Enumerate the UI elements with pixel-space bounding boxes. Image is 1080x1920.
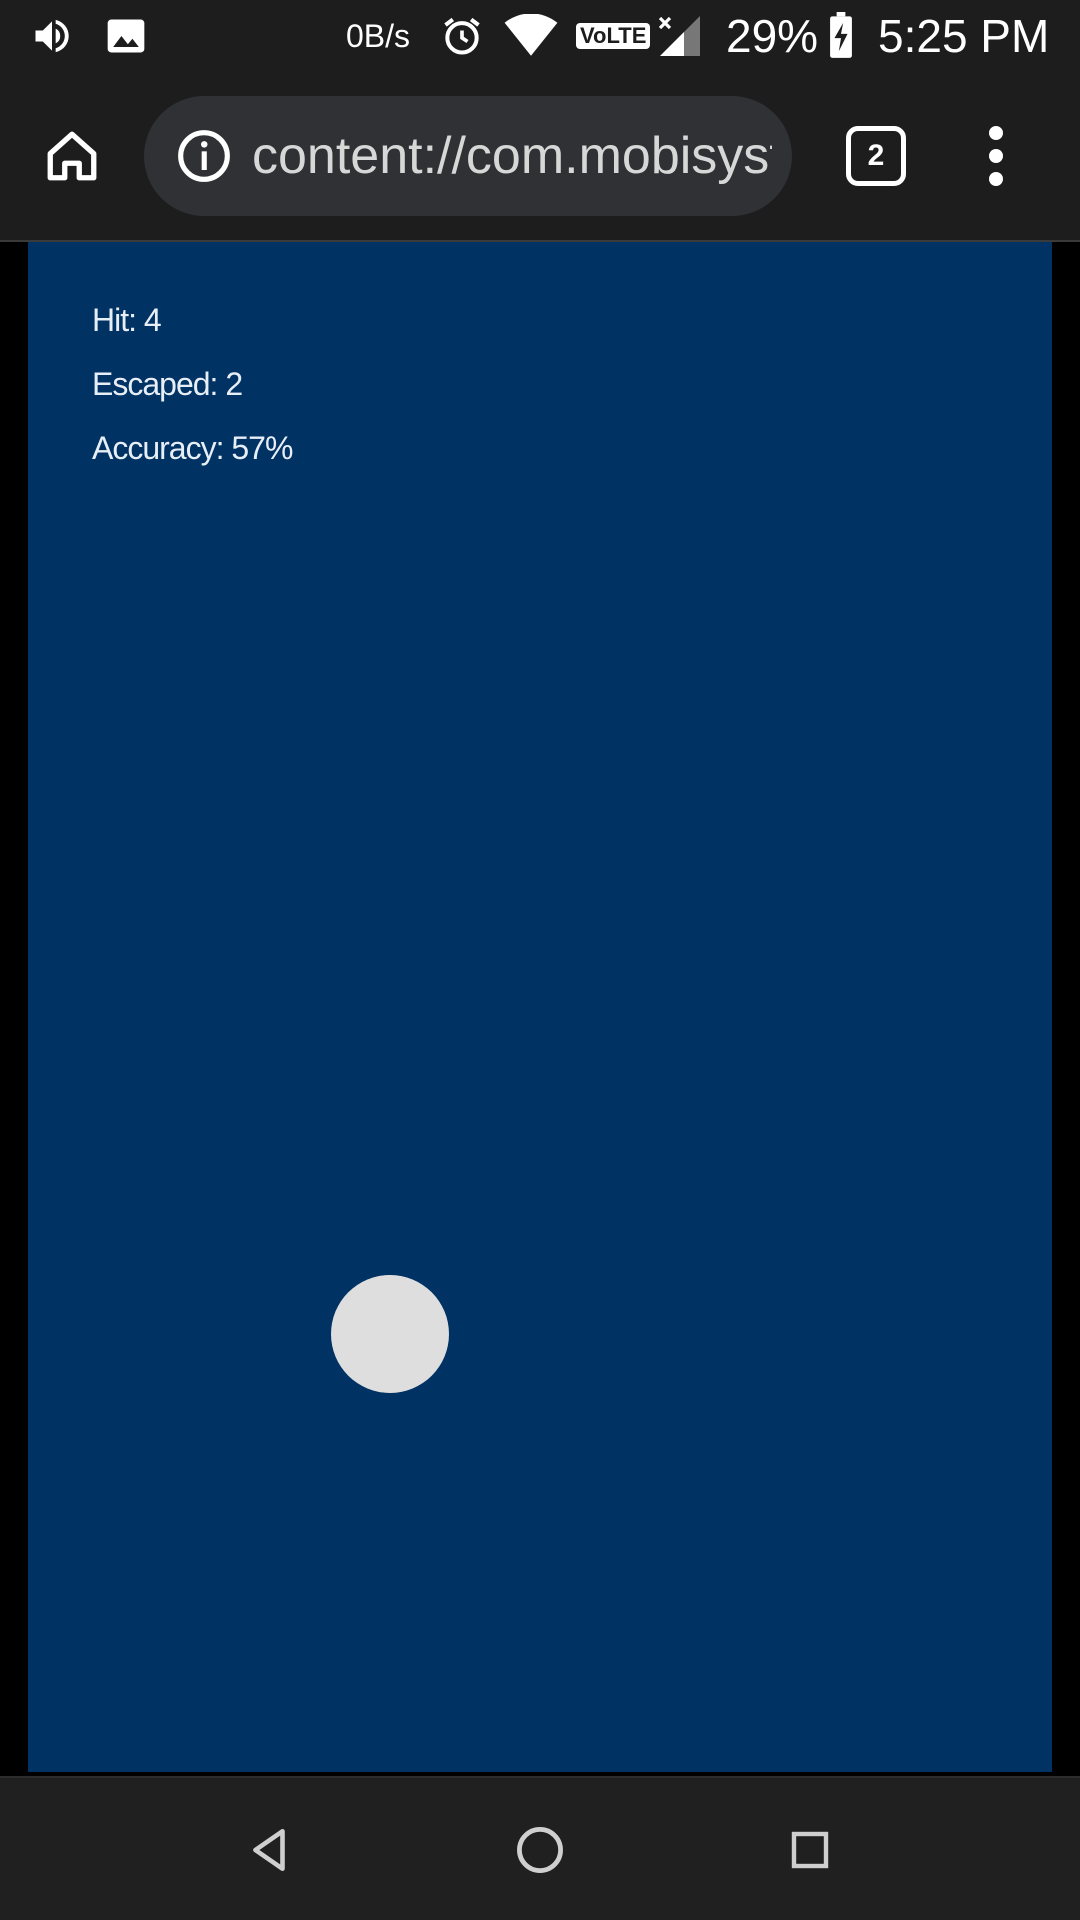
signal-icon	[656, 0, 704, 72]
battery-percent: 29%	[726, 10, 819, 62]
recents-icon	[791, 1831, 829, 1869]
volume-icon	[30, 0, 74, 72]
target-circle[interactable]	[331, 1275, 449, 1393]
menu-dot	[989, 126, 1003, 140]
net-speed: 0B/s	[346, 17, 411, 54]
menu-dot	[989, 172, 1003, 186]
page-content: Hit: 4 Escaped: 2 Accuracy: 57%	[0, 242, 1080, 1776]
escaped-counter: Escaped: 2	[92, 366, 243, 402]
home-button[interactable]	[36, 120, 108, 192]
home-nav-icon	[517, 1827, 563, 1873]
volte-badge: VoLTE	[576, 23, 651, 49]
url-bar[interactable]: content://com.mobisystems.fileman	[144, 96, 792, 216]
home-nav-button[interactable]	[504, 1814, 576, 1886]
navigation-bar	[0, 1776, 1080, 1920]
url-text[interactable]: content://com.mobisystems.fileman	[252, 96, 772, 216]
tab-switcher-button[interactable]: 2	[846, 126, 906, 186]
phone-screen: 0B/s VoLTE 29% 5:25 PM content://com.mob…	[0, 0, 1080, 1920]
wifi-icon	[504, 0, 558, 72]
image-notification-icon	[104, 0, 148, 72]
volte-icon: VoLTE	[576, 0, 651, 72]
battery-charging-icon	[826, 0, 856, 72]
game-canvas[interactable]: Hit: 4 Escaped: 2 Accuracy: 57%	[28, 242, 1052, 1772]
clock: 5:25 PM	[878, 10, 1050, 62]
status-bar: 0B/s VoLTE 29% 5:25 PM	[0, 0, 1080, 72]
recents-button[interactable]	[774, 1814, 846, 1886]
hit-counter: Hit: 4	[92, 302, 162, 338]
accuracy-readout: Accuracy: 57%	[92, 430, 293, 466]
home-icon	[47, 131, 97, 181]
more-vert-icon[interactable]	[966, 120, 1026, 192]
back-button[interactable]	[234, 1814, 306, 1886]
back-icon	[253, 1828, 285, 1872]
browser-toolbar: content://com.mobisystems.fileman 2	[0, 72, 1080, 240]
alarm-icon	[440, 0, 484, 72]
info-icon[interactable]	[176, 128, 232, 184]
menu-dot	[989, 149, 1003, 163]
